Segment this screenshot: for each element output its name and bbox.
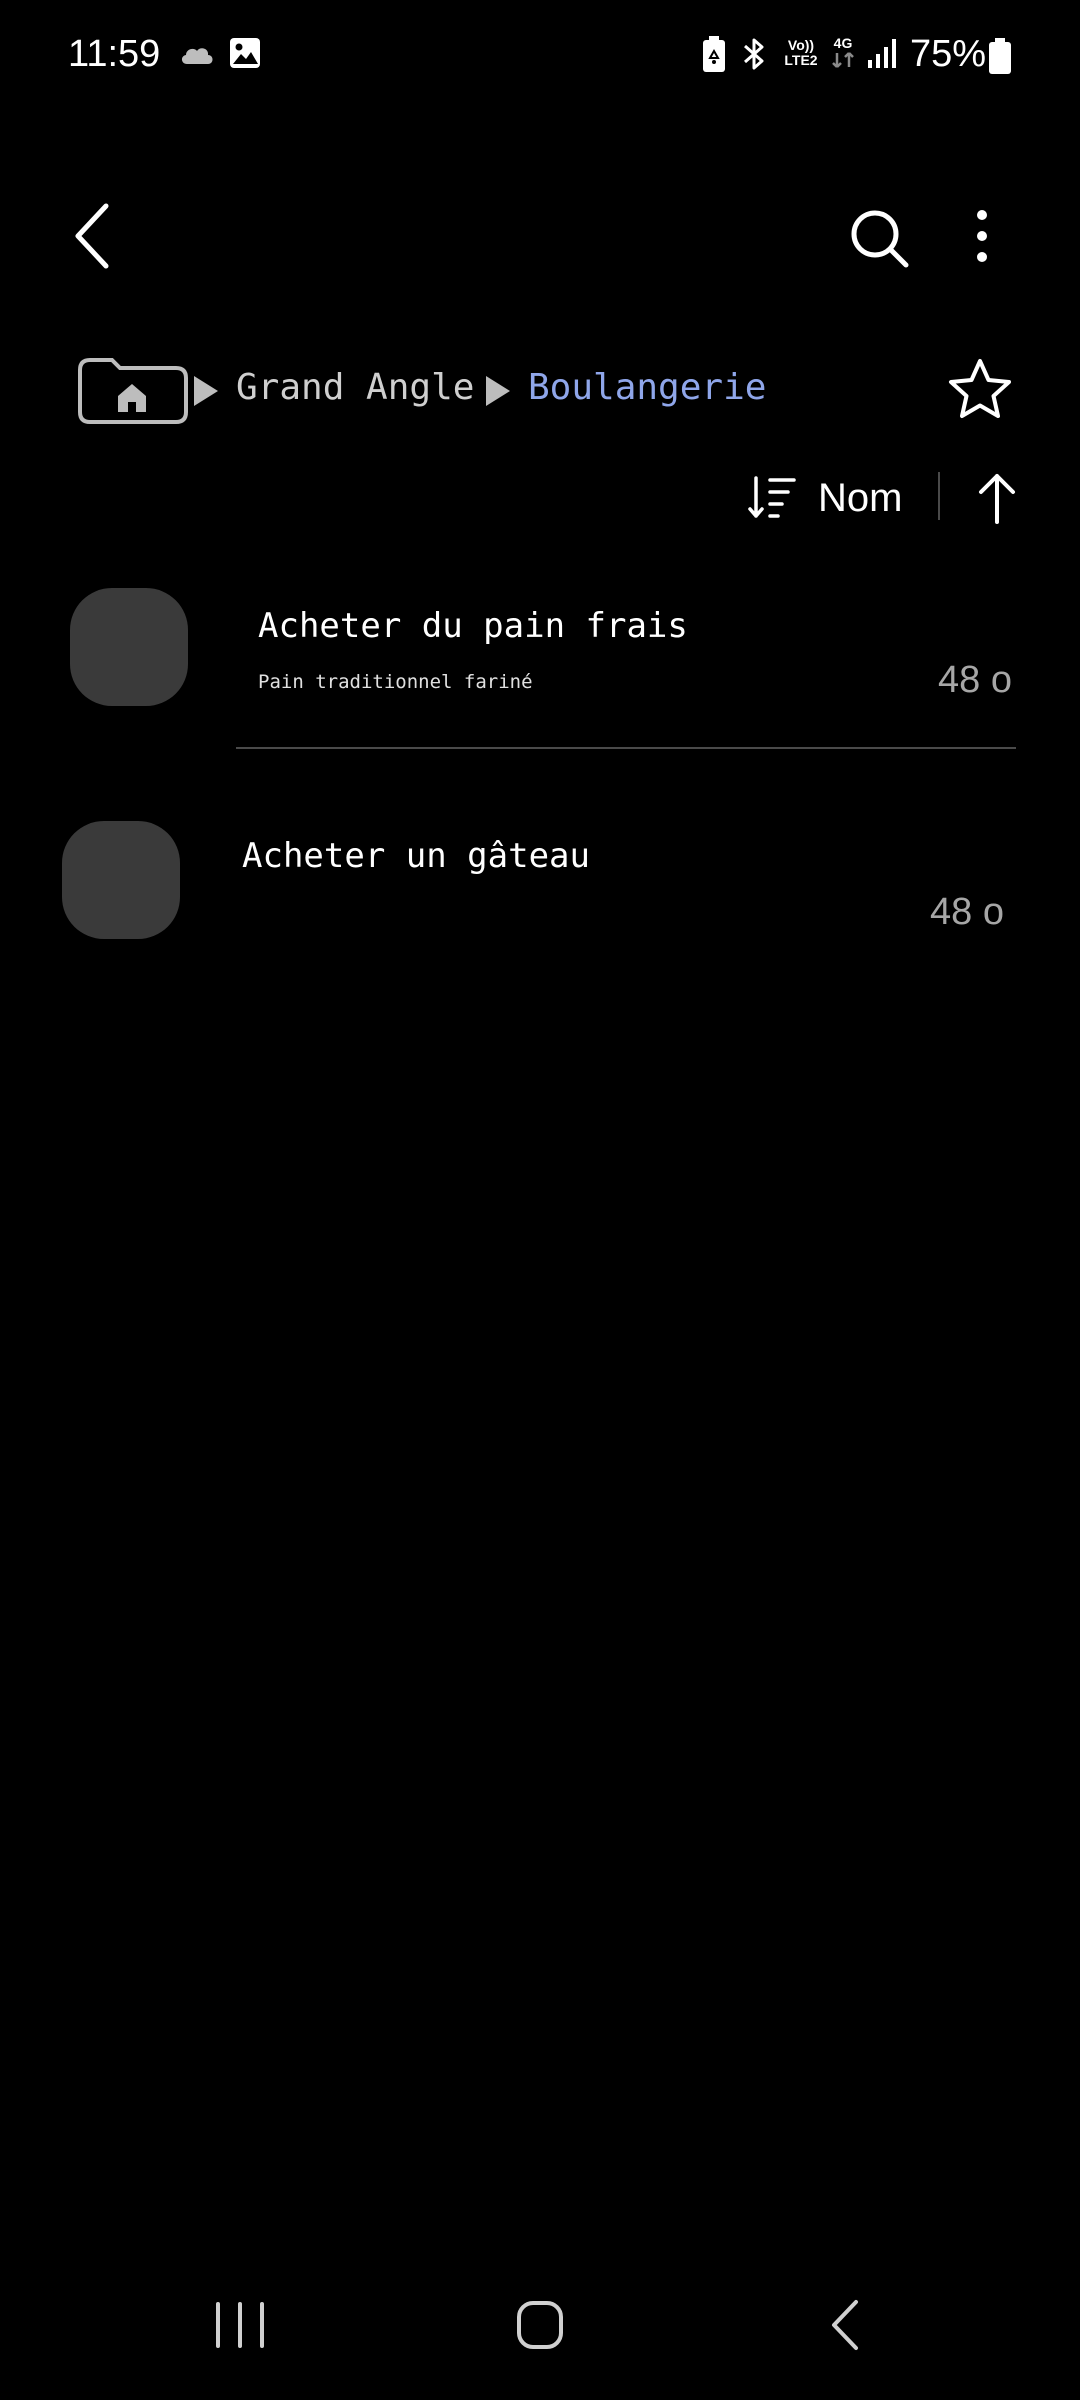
breadcrumb-current[interactable]: Boulangerie [528, 363, 766, 413]
list-item[interactable]: Acheter du pain frais Pain traditionnel … [40, 560, 1040, 746]
nav-back-button[interactable] [796, 2286, 896, 2364]
more-vertical-icon [977, 210, 987, 262]
volte-bottom-label: LTE2 [784, 52, 818, 68]
sort-icon [748, 476, 796, 518]
battery-saver-icon [702, 36, 726, 72]
item-subtitle: Pain traditionnel fariné [258, 671, 533, 693]
breadcrumb-parent[interactable]: Grand Angle [236, 363, 474, 413]
breadcrumb-arrow-icon [484, 374, 512, 408]
back-button[interactable] [60, 192, 132, 280]
volte-indicator: Vo)) LTE2 [778, 38, 824, 68]
file-thumbnail [70, 588, 188, 706]
home-button[interactable] [490, 2286, 590, 2364]
battery-icon [988, 38, 1012, 74]
item-title: Acheter du pain frais [258, 606, 688, 646]
search-button[interactable] [840, 196, 920, 276]
sort-direction-button[interactable] [962, 466, 1032, 530]
sort-label: Nom [818, 476, 903, 520]
search-icon [851, 210, 909, 268]
nav-back-icon [832, 2300, 858, 2350]
sort-divider [938, 472, 940, 520]
chevron-left-icon [75, 203, 109, 269]
network-indicator: 4G [826, 36, 860, 69]
home-folder-button[interactable] [76, 356, 188, 424]
home-folder-icon [78, 358, 188, 424]
star-icon [949, 359, 1011, 418]
bluetooth-icon [740, 36, 768, 72]
recent-apps-icon [216, 2302, 264, 2348]
breadcrumb-arrow-icon [192, 374, 220, 408]
item-size: 48 o [938, 659, 1012, 701]
network-type-label: 4G [833, 35, 853, 51]
item-title: Acheter un gâteau [242, 836, 590, 876]
home-nav-icon [517, 2301, 563, 2349]
list-divider [236, 747, 1016, 749]
list-item[interactable]: Acheter un gâteau 48 o [40, 790, 1040, 976]
data-arrows-icon [832, 52, 854, 68]
cloud-icon [178, 40, 216, 68]
sort-button[interactable]: Nom [740, 466, 914, 530]
arrow-up-icon [979, 474, 1015, 524]
recent-apps-button[interactable] [190, 2286, 290, 2364]
gallery-icon [228, 36, 262, 70]
signal-icon [866, 36, 900, 70]
favorite-button[interactable] [944, 354, 1016, 426]
volte-top-label: Vo)) [787, 37, 815, 53]
more-options-button[interactable] [956, 196, 1008, 276]
file-thumbnail [62, 821, 180, 939]
battery-percent: 75% [910, 33, 987, 75]
item-size: 48 o [930, 891, 1004, 933]
status-time: 11:59 [68, 33, 161, 75]
